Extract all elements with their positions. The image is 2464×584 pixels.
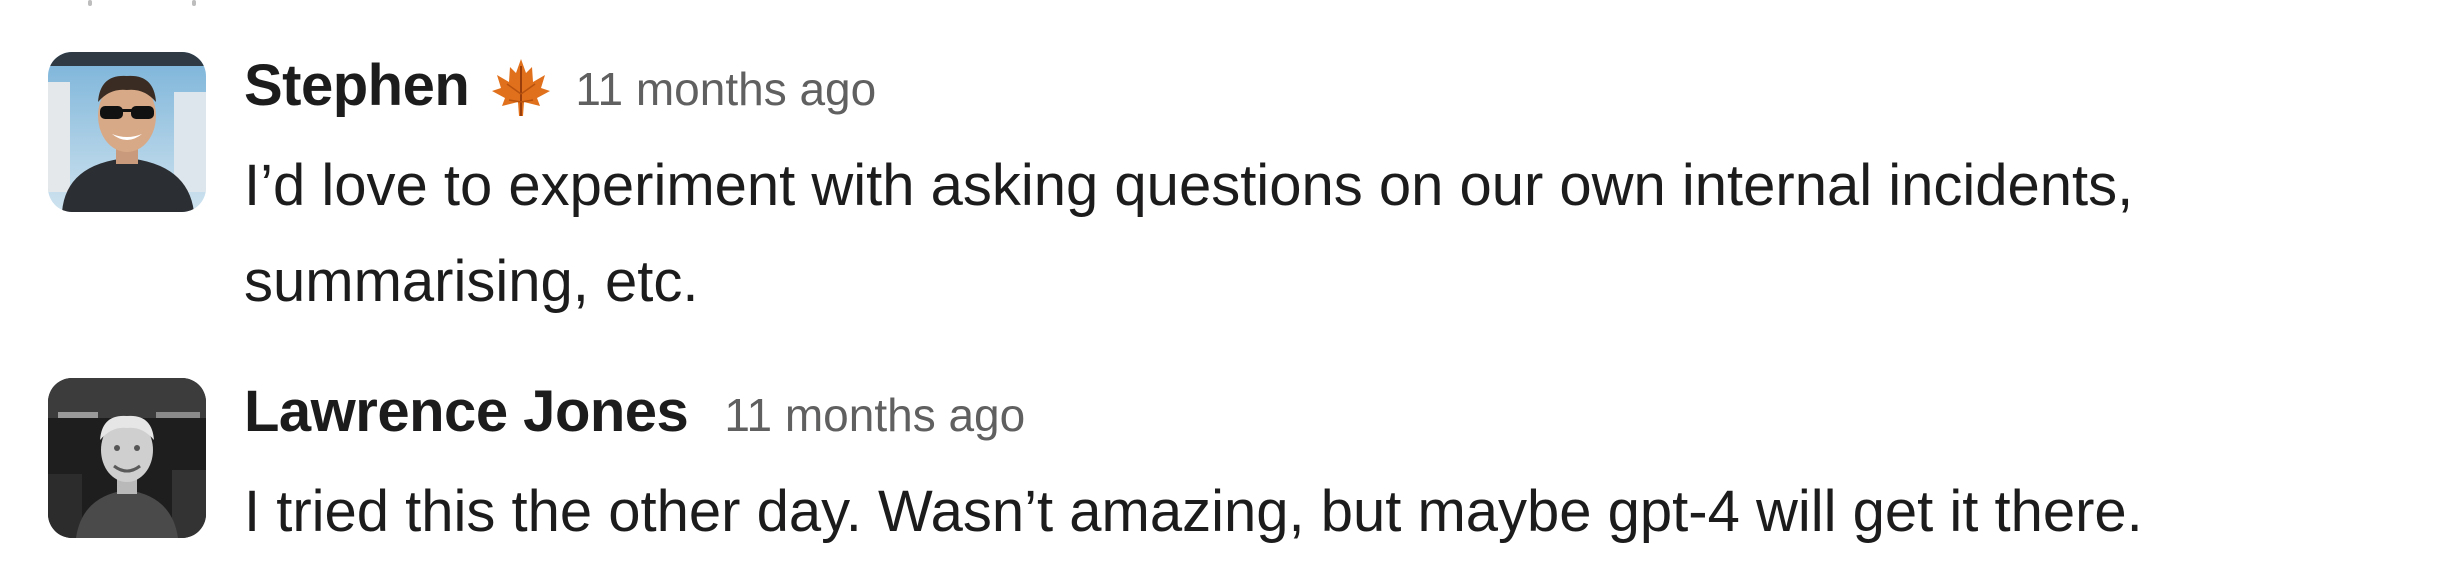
avatar-photo — [48, 52, 206, 212]
avatar-photo — [48, 378, 206, 538]
message-text: I’d love to experiment with asking quest… — [244, 138, 2444, 330]
timestamp[interactable]: 11 months ago — [724, 388, 1025, 442]
author-name[interactable]: Stephen — [244, 52, 470, 119]
message-text: I tried this the other day. Wasn’t amazi… — [244, 464, 2444, 560]
message-line: summarising, etc. — [244, 249, 699, 314]
message-header: Stephen 11 months ago — [244, 52, 876, 132]
message-header: Lawrence Jones 11 months ago — [244, 378, 1025, 458]
maple-leaf-icon[interactable] — [489, 56, 553, 120]
message-item: Stephen 11 months ago I’d love to experi… — [0, 52, 2464, 332]
author-name[interactable]: Lawrence Jones — [244, 378, 689, 445]
avatar[interactable] — [48, 378, 206, 538]
previous-message-edge — [0, 0, 2464, 6]
message-line: I tried this the other day. Wasn’t amazi… — [244, 479, 2143, 544]
message-item: Lawrence Jones 11 months ago I tried thi… — [0, 378, 2464, 558]
timestamp[interactable]: 11 months ago — [575, 62, 876, 116]
avatar[interactable] — [48, 52, 206, 212]
message-line: I’d love to experiment with asking quest… — [244, 153, 2134, 218]
